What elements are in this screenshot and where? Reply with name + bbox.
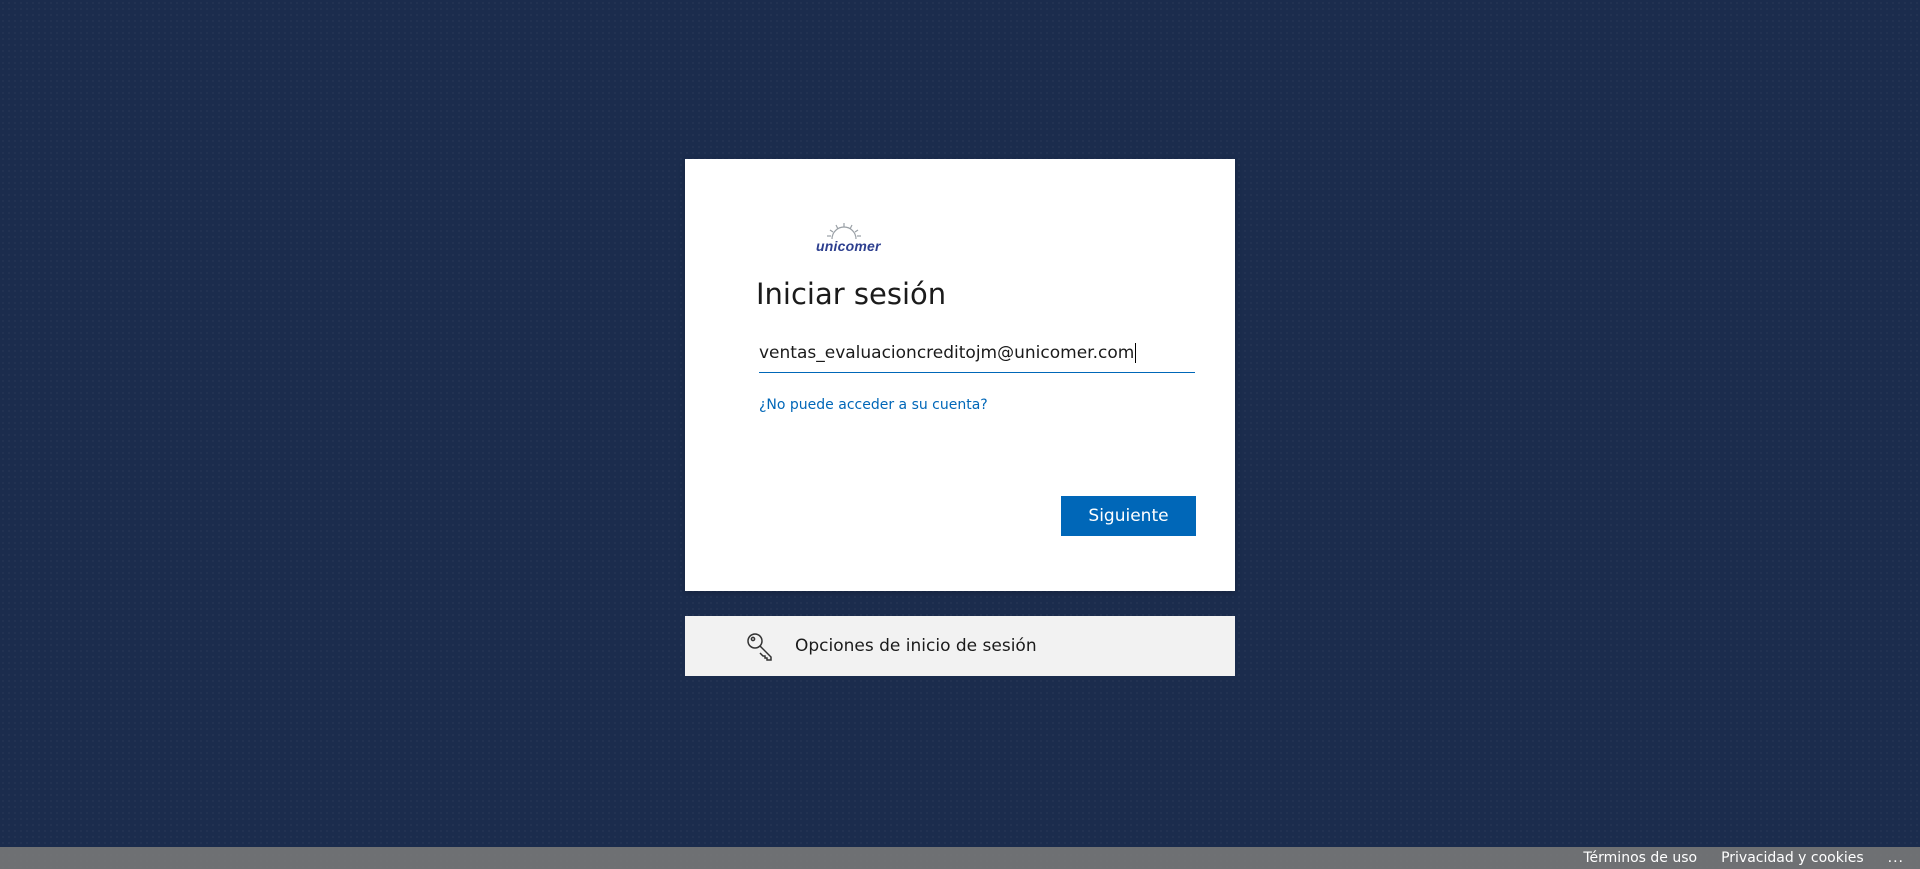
page-title: Iniciar sesión [756, 277, 947, 311]
login-card: unicomer Iniciar sesión ventas_evaluacio… [685, 159, 1235, 591]
text-cursor [1135, 343, 1137, 363]
email-value: ventas_evaluacioncreditojm@unicomer.com [759, 343, 1135, 363]
signin-options-button[interactable]: Opciones de inicio de sesión [685, 616, 1235, 676]
terms-link[interactable]: Términos de uso [1583, 850, 1697, 866]
signin-options-label: Opciones de inicio de sesión [795, 636, 1037, 656]
email-field[interactable]: ventas_evaluacioncreditojm@unicomer.com [759, 335, 1195, 371]
logo-text: unicomer [816, 238, 881, 254]
more-options-button[interactable]: ... [1888, 849, 1904, 867]
unicomer-logo: unicomer [810, 221, 886, 257]
key-search-icon [745, 630, 777, 662]
privacy-link[interactable]: Privacidad y cookies [1721, 850, 1864, 866]
cant-access-account-link[interactable]: ¿No puede acceder a su cuenta? [759, 397, 988, 413]
email-field-wrapper: ventas_evaluacioncreditojm@unicomer.com [759, 335, 1195, 373]
next-button[interactable]: Siguiente [1061, 496, 1196, 536]
footer-bar: Términos de uso Privacidad y cookies ... [0, 847, 1920, 869]
